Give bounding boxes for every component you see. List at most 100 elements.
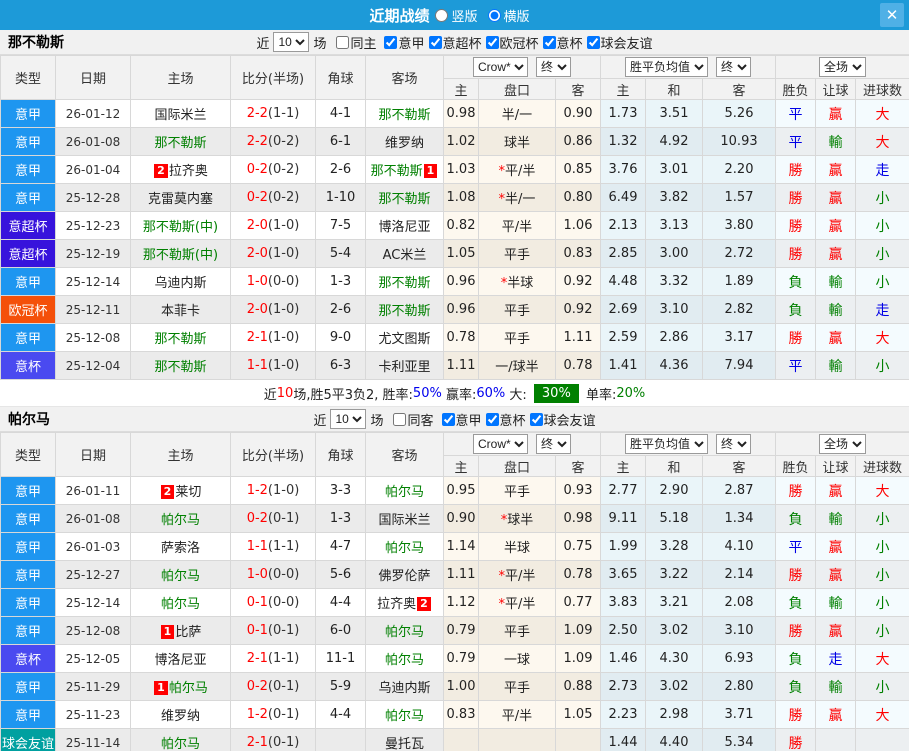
team-section-header: 那不勒斯 近 10 场 同主 意甲 意超杯 欧冠杯 意杯 球会友谊 — [0, 30, 909, 55]
home-team-cell: 那不勒斯(中) — [130, 239, 231, 268]
league-filter[interactable]: 意杯 — [485, 410, 526, 429]
corner-cell: 4-1 — [315, 99, 366, 128]
layout-radio-0[interactable]: 竖版 — [435, 6, 478, 25]
avg-away-odds: 5.34 — [701, 728, 777, 751]
match-date: 26-01-08 — [55, 504, 131, 533]
crow-away-odds: 0.93 — [555, 476, 601, 505]
rank-badge: 2 — [160, 485, 175, 499]
crow-away-odds: 0.88 — [555, 672, 601, 701]
filter-checkbox[interactable] — [485, 412, 499, 426]
handicap-result-cell: 贏 — [815, 532, 857, 561]
filter-checkbox[interactable] — [542, 35, 556, 49]
crow-home-odds: 0.98 — [443, 99, 479, 128]
filter-checkbox[interactable] — [393, 412, 407, 426]
score-halftime: (1-1) — [267, 651, 300, 666]
team-name: 那不勒斯 — [370, 164, 423, 179]
filter-checkbox[interactable] — [586, 35, 600, 49]
avg-draw-odds: 4.30 — [645, 644, 703, 673]
corner-cell: 4-4 — [315, 588, 366, 617]
recent-count-select[interactable]: 10 — [330, 409, 367, 429]
league-filter[interactable]: 同客 — [393, 410, 434, 429]
match-date: 25-12-05 — [55, 644, 131, 673]
handicap-cell: 半球 — [478, 532, 556, 561]
score-cell: 2-1(1-0) — [230, 323, 316, 352]
final-avg-select[interactable]: 终 — [716, 434, 751, 454]
score-fulltime: 1-2 — [246, 483, 268, 498]
recent-count-select[interactable]: 10 — [273, 32, 310, 52]
match-row: 意超杯 25-12-23 那不勒斯(中) 2-0(1-0) 7-5 博洛尼亚 0.82 平/半… — [0, 211, 909, 240]
score-halftime: (1-1) — [267, 539, 300, 554]
handicap-cell: 一/球半 — [478, 351, 556, 380]
crow-home-odds: 1.03 — [443, 155, 479, 184]
radio-input[interactable] — [487, 8, 501, 22]
team-section-parma: 帕尔马 近 10 场 同客 意甲 意杯 球会友谊 类型 日期 主场 比分(半场)… — [0, 407, 909, 751]
score-fulltime: 1-0 — [246, 274, 268, 289]
match-row: 意甲 25-12-14 乌迪内斯 1-0(0-0) 1-3 那不勒斯 0.96 *半球 0.92… — [0, 267, 909, 296]
team-name: 那不勒斯 — [154, 136, 207, 151]
full-match-select[interactable]: 全场 — [819, 57, 867, 77]
final-odds-select[interactable]: 终 — [536, 57, 571, 77]
filter-checkbox[interactable] — [485, 35, 499, 49]
match-row: 意甲 26-01-11 2 莱切 1-2(1-0) 3-3 帕尔马 0.95 平手 0.93 2.7… — [0, 476, 909, 505]
handicap-result-cell: 贏 — [815, 476, 857, 505]
full-match-select[interactable]: 全场 — [819, 434, 867, 454]
score-cell: 2-2(1-1) — [230, 99, 316, 128]
crow-away-odds: 0.92 — [555, 295, 601, 324]
goals-result-cell: 小 — [855, 560, 909, 589]
subcol-crow-away: 客 — [555, 455, 601, 477]
league-filter[interactable]: 欧冠杯 — [485, 33, 539, 52]
final-odds-select[interactable]: 终 — [536, 434, 571, 454]
filter-checkbox[interactable] — [529, 412, 543, 426]
league-filter[interactable]: 意甲 — [384, 33, 425, 52]
league-filters: 同客 意甲 意杯 球会友谊 — [383, 410, 596, 429]
avg-odds-select[interactable]: 胜平负均值 — [625, 434, 708, 454]
handicap-cell — [478, 728, 556, 751]
league-type-cell: 意甲 — [0, 127, 56, 156]
league-filter[interactable]: 球会友谊 — [586, 33, 653, 52]
score-cell: 0-2(0-2) — [230, 183, 316, 212]
filter-checkbox[interactable] — [441, 412, 455, 426]
recent-label: 近 — [256, 36, 270, 52]
crow-away-odds: 1.11 — [555, 323, 601, 352]
score-halftime: (0-0) — [267, 595, 300, 610]
score-fulltime: 1-0 — [246, 567, 268, 582]
goals-result-cell: 小 — [855, 588, 909, 617]
match-row: 意甲 26-01-04 2 拉齐奥 0-2(0-2) 2-6 那不勒斯 1 1.03 *平/半 0.… — [0, 155, 909, 184]
corner-cell: 5-4 — [315, 239, 366, 268]
subcol-avg-home: 主 — [600, 78, 646, 100]
crow-home-odds: 0.96 — [443, 295, 479, 324]
match-row: 意甲 26-01-03 萨索洛 1-1(1-1) 4-7 帕尔马 1.14 半球 0.75 1.9… — [0, 532, 909, 561]
rank-badge: 1 — [160, 625, 175, 639]
handicap-result-cell: 輸 — [815, 351, 857, 380]
league-filter[interactable]: 意超杯 — [428, 33, 482, 52]
final-avg-select[interactable]: 终 — [716, 57, 751, 77]
league-filter[interactable]: 同主 — [336, 33, 376, 52]
home-team-cell: 2 拉齐奥 — [130, 155, 231, 184]
score-cell: 1-1(1-0) — [230, 351, 316, 380]
corner-cell: 5-6 — [315, 560, 366, 589]
radio-input[interactable] — [435, 8, 449, 22]
team-name: 帕尔马 — [384, 541, 424, 556]
league-filter[interactable]: 球会友谊 — [529, 410, 596, 429]
goals-result-cell: 小 — [855, 239, 909, 268]
goals-result-cell: 小 — [855, 351, 909, 380]
radio-label: 横版 — [503, 9, 530, 25]
layout-radio-1[interactable]: 横版 — [487, 6, 530, 25]
close-button[interactable]: ✕ — [880, 3, 904, 27]
avg-away-odds: 1.34 — [701, 504, 777, 533]
filter-checkbox[interactable] — [336, 35, 350, 49]
team-name: 帕尔马 — [384, 709, 424, 724]
avg-odds-select[interactable]: 胜平负均值 — [625, 57, 708, 77]
league-filter[interactable]: 意杯 — [542, 33, 583, 52]
goals-result-cell: 小 — [855, 183, 909, 212]
odds-source-select[interactable]: Crow* — [473, 57, 528, 77]
subcol-crow-home: 主 — [443, 78, 479, 100]
filter-checkbox[interactable] — [384, 35, 398, 49]
filter-checkbox[interactable] — [428, 35, 442, 49]
corner-cell: 2-6 — [315, 155, 366, 184]
odds-source-select[interactable]: Crow* — [473, 434, 528, 454]
league-filter[interactable]: 意甲 — [441, 410, 482, 429]
goals-result-cell: 大 — [855, 700, 909, 729]
home-team-cell: 博洛尼亚 — [130, 644, 231, 673]
league-type-cell: 意甲 — [0, 99, 56, 128]
